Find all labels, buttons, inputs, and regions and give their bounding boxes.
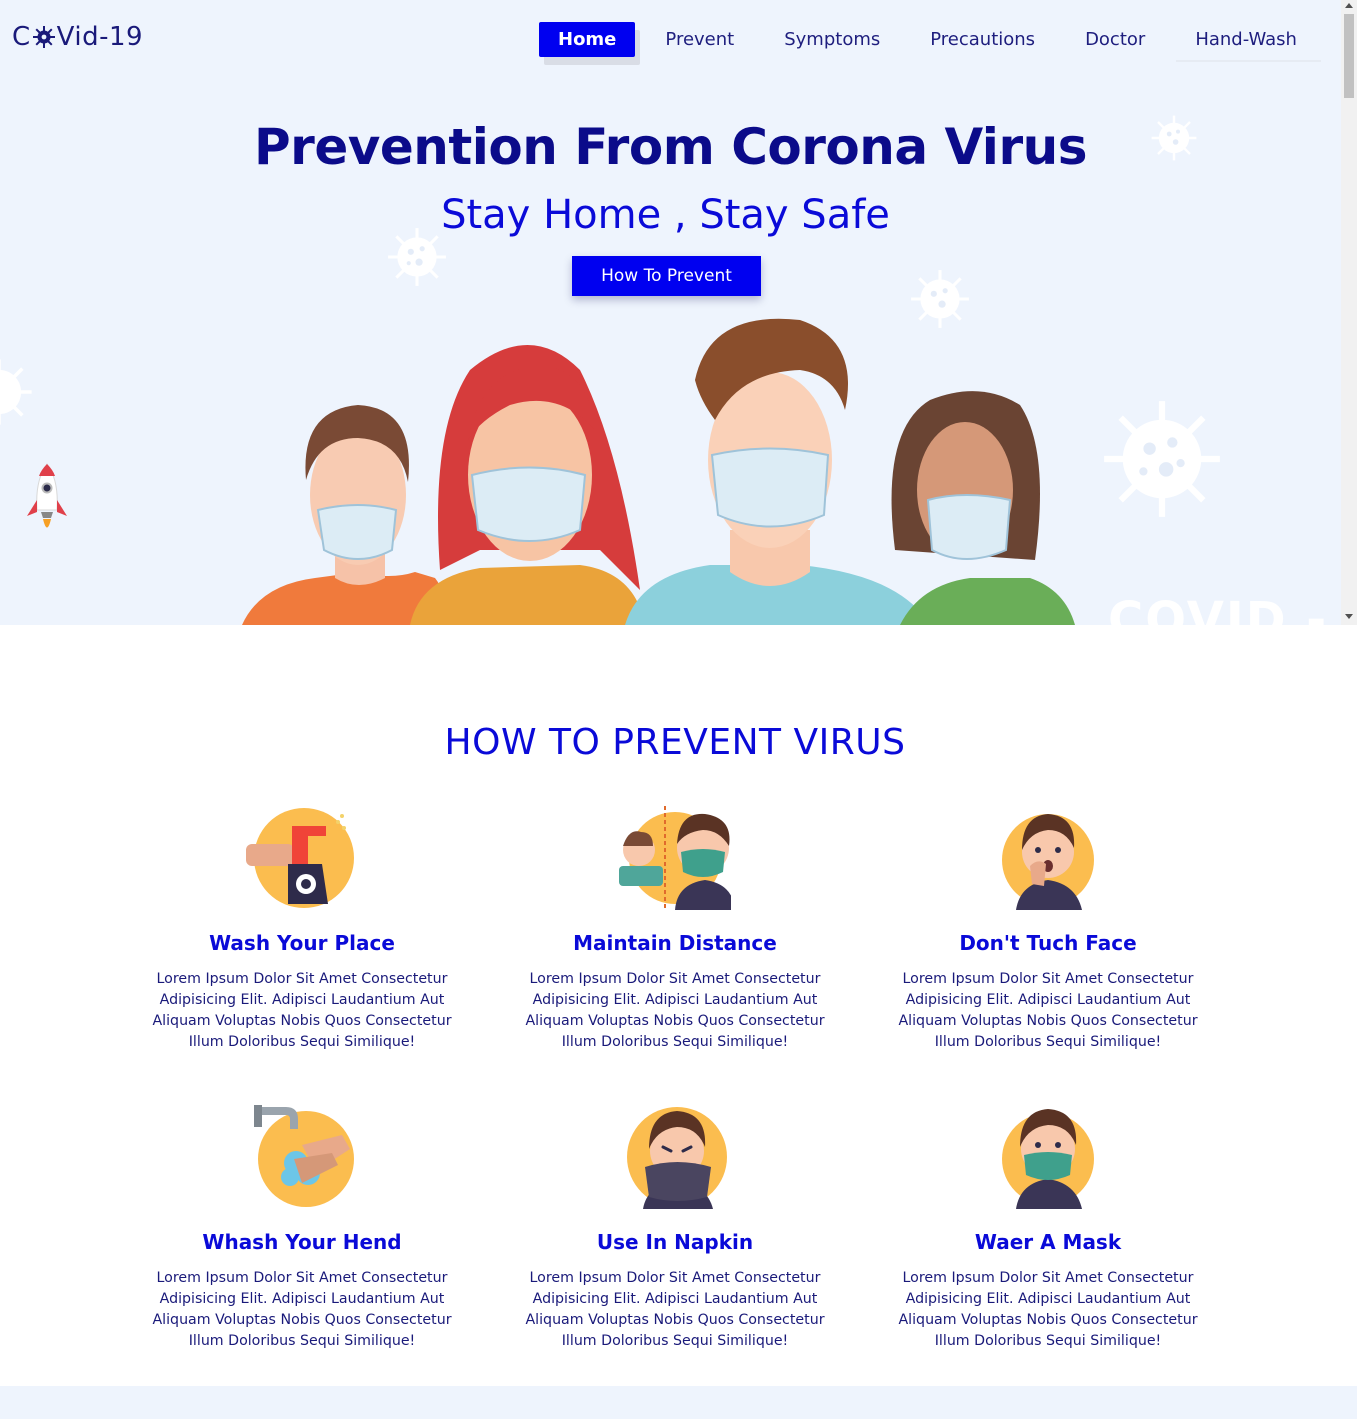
scrollbar[interactable] (1341, 0, 1357, 625)
hand-wash-icon (254, 1105, 354, 1207)
how-to-prevent-button[interactable]: How To Prevent (572, 256, 761, 296)
nav-doctor[interactable]: Doctor (1085, 22, 1145, 57)
covid-watermark: COVID - 19 (1108, 592, 1329, 625)
card-text: Lorem Ipsum Dolor Sit Amet Consectetur A… (898, 971, 1198, 1050)
prevent-card: Whash Your Hend Lorem Ipsum Dolor Sit Am… (142, 1105, 462, 1352)
hero-section: C Vid-19 Home Prevent Symptoms Precautio… (0, 0, 1341, 625)
face-mask-icon (1002, 1109, 1094, 1209)
card-title: Whash Your Hend (202, 1230, 402, 1254)
main-nav: Home Prevent Symptoms Precautions Doctor… (539, 22, 1297, 57)
prevent-card: Maintain Distance Lorem Ipsum Dolor Sit … (515, 806, 835, 1053)
hero-title: Prevention From Corona Virus (254, 118, 1087, 176)
card-title: Waer A Mask (974, 1230, 1122, 1254)
prevent-section-title: HOW TO PREVENT VIRUS (444, 722, 906, 763)
spray-bottle-icon (246, 808, 354, 908)
card-text: Lorem Ipsum Dolor Sit Amet Consectetur A… (152, 971, 452, 1050)
card-text: Lorem Ipsum Dolor Sit Amet Consectetur A… (525, 971, 825, 1050)
nav-precautions[interactable]: Precautions (930, 22, 1035, 57)
nav-hand-wash[interactable]: Hand-Wash (1195, 22, 1297, 57)
scroll-down-arrow-icon[interactable] (1345, 614, 1353, 619)
scroll-thumb[interactable] (1344, 14, 1354, 98)
hero-subtitle: Stay Home , Stay Safe (441, 192, 890, 238)
card-title: Maintain Distance (573, 931, 777, 955)
logo-prefix: C (12, 22, 31, 52)
card-title: Use In Napkin (596, 1230, 754, 1254)
card-text: Lorem Ipsum Dolor Sit Amet Consectetur A… (525, 1270, 825, 1349)
prevent-card: Use In Napkin Lorem Ipsum Dolor Sit Amet… (515, 1105, 835, 1352)
next-section-strip (0, 1386, 1357, 1419)
prevent-card: Don't Tuch Face Lorem Ipsum Dolor Sit Am… (888, 806, 1208, 1053)
card-title: Don't Tuch Face (959, 931, 1137, 955)
nav-symptoms[interactable]: Symptoms (784, 22, 880, 57)
virus-logo-icon (32, 26, 55, 48)
card-text: Lorem Ipsum Dolor Sit Amet Consectetur A… (898, 1270, 1198, 1349)
masked-people-illustration (242, 318, 1075, 625)
scroll-to-top-rocket-icon[interactable] (25, 462, 69, 542)
logo[interactable]: C Vid-19 (12, 22, 143, 52)
social-distance-icon (619, 806, 735, 910)
touch-face-icon (1002, 814, 1094, 910)
scroll-up-arrow-icon[interactable] (1345, 3, 1353, 8)
nav-divider (1176, 60, 1321, 62)
nav-home[interactable]: Home (539, 22, 636, 57)
logo-suffix: Vid-19 (56, 22, 144, 52)
nav-prevent[interactable]: Prevent (665, 22, 734, 57)
card-title: Wash Your Place (209, 931, 395, 955)
virus-decor-icon (0, 359, 32, 425)
virus-decor-icon (1104, 401, 1220, 517)
prevent-card: Wash Your Place Lorem Ipsum Dolor Sit Am… (142, 806, 462, 1053)
napkin-sneeze-icon (627, 1107, 727, 1209)
prevent-card: Waer A Mask Lorem Ipsum Dolor Sit Amet C… (888, 1105, 1208, 1352)
card-text: Lorem Ipsum Dolor Sit Amet Consectetur A… (152, 1270, 452, 1349)
